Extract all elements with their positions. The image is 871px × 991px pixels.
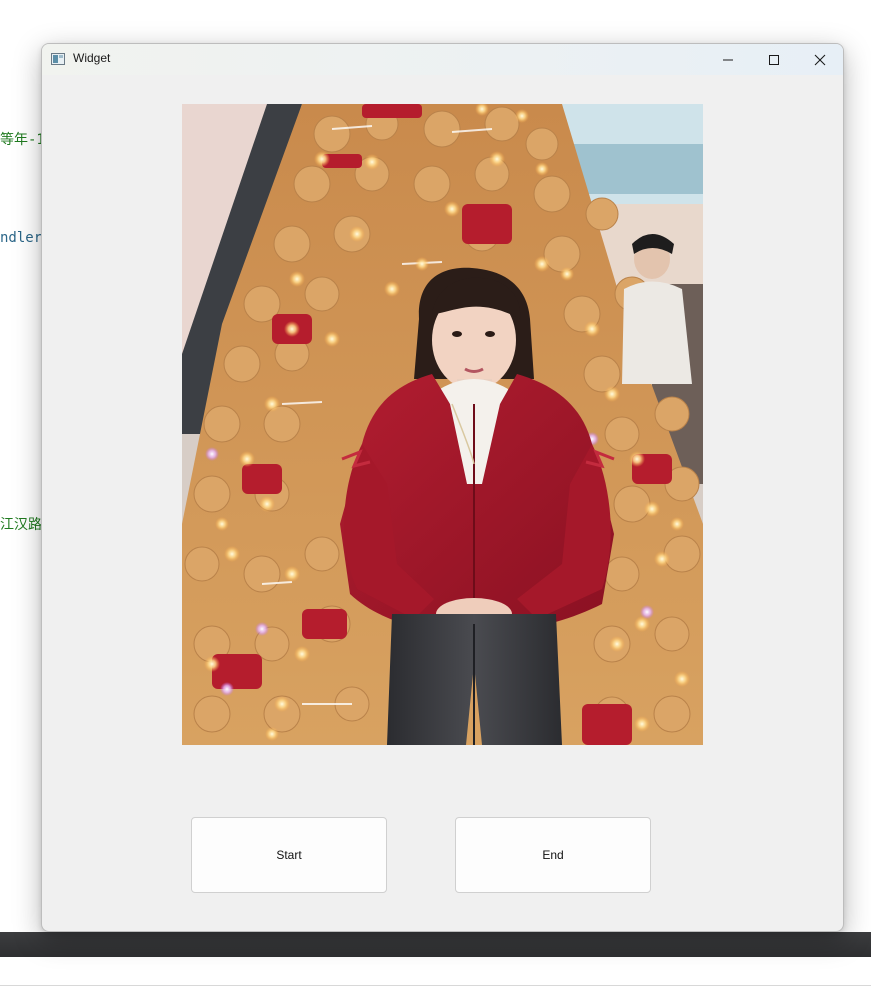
close-button[interactable] [797,44,843,75]
maximize-button[interactable] [751,44,797,75]
title-bar[interactable]: Widget [42,44,843,75]
minimize-icon [723,59,733,60]
background-code-fragment: 等年-1 [0,132,42,148]
background-taskbar [0,932,871,957]
end-button[interactable]: End [455,817,651,893]
start-button[interactable]: Start [191,817,387,893]
background-divider [0,985,871,986]
minimize-button[interactable] [705,44,751,75]
window-title: Widget [73,51,111,65]
widget-window: Widget Start End [41,43,844,932]
maximize-icon [769,54,779,65]
photo-display [182,104,703,745]
close-icon [814,54,826,65]
background-code-fragment: 江汉路 [0,517,42,533]
background-code-fragment: ndler [0,230,42,246]
app-window-icon [51,52,65,65]
